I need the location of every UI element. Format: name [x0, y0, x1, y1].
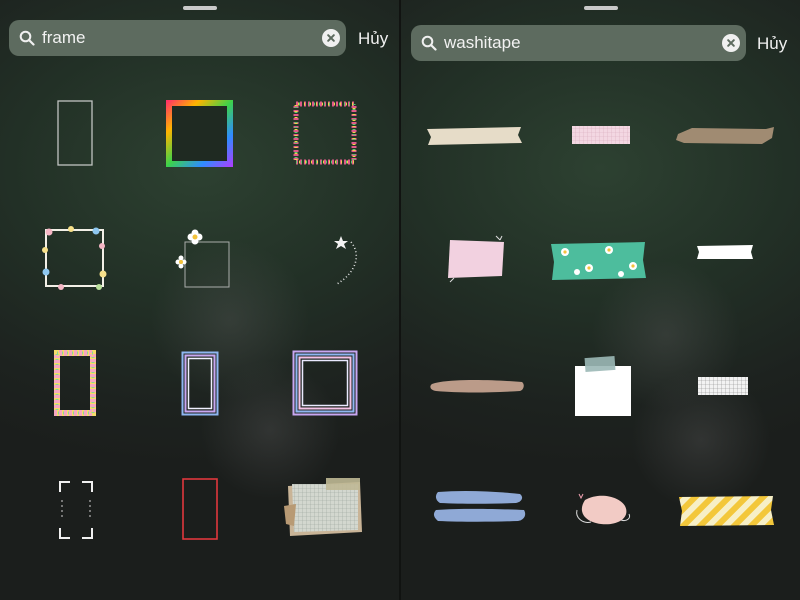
drag-handle[interactable] [584, 6, 618, 10]
tan-brush-tape[interactable] [428, 374, 526, 398]
pastel-stripe-square-frame[interactable] [292, 350, 358, 416]
clear-icon[interactable] [322, 29, 340, 47]
search-icon [19, 30, 35, 46]
search-bar[interactable]: washitape [411, 25, 746, 61]
black-white-corner-frame[interactable] [56, 478, 96, 542]
sticker-panel-washitape: washitape Hủy [401, 0, 800, 600]
taped-note-paper[interactable] [573, 354, 635, 418]
pastel-stripe-portrait-frame[interactable] [181, 351, 219, 416]
beige-tape[interactable] [425, 124, 523, 148]
brown-tape[interactable] [674, 124, 776, 148]
grid-paper-scrap-frame[interactable] [282, 476, 368, 542]
daisy-square-frame[interactable] [175, 228, 233, 290]
search-input[interactable]: washitape [444, 33, 521, 53]
white-tape[interactable] [695, 243, 755, 261]
search-input[interactable]: frame [42, 28, 85, 48]
pink-grid-tape[interactable] [571, 124, 631, 146]
cancel-button[interactable]: Hủy [358, 29, 388, 49]
rainbow-square-frame[interactable] [166, 100, 233, 167]
teal-daisy-tape[interactable] [549, 240, 647, 282]
blue-brush-tape[interactable] [432, 488, 528, 530]
thin-red-frame[interactable] [181, 477, 219, 541]
star-swirl-frame[interactable] [323, 228, 363, 290]
confetti-dots-frame[interactable] [293, 101, 357, 165]
thin-white-frame[interactable] [55, 98, 95, 168]
yellow-stripe-tape[interactable] [677, 494, 775, 528]
white-grid-tape[interactable] [697, 376, 749, 396]
cancel-button[interactable]: Hủy [757, 34, 787, 54]
sticker-panel-frame: frame Hủy [0, 0, 399, 600]
clear-icon[interactable] [722, 34, 740, 52]
pink-note[interactable] [444, 234, 510, 286]
search-icon [421, 35, 437, 51]
flower-border-frame[interactable] [41, 224, 107, 292]
search-bar[interactable]: frame [9, 20, 346, 56]
drag-handle[interactable] [183, 6, 217, 10]
multicolor-dotted-frame[interactable] [54, 350, 96, 416]
pink-blob[interactable] [573, 490, 633, 530]
